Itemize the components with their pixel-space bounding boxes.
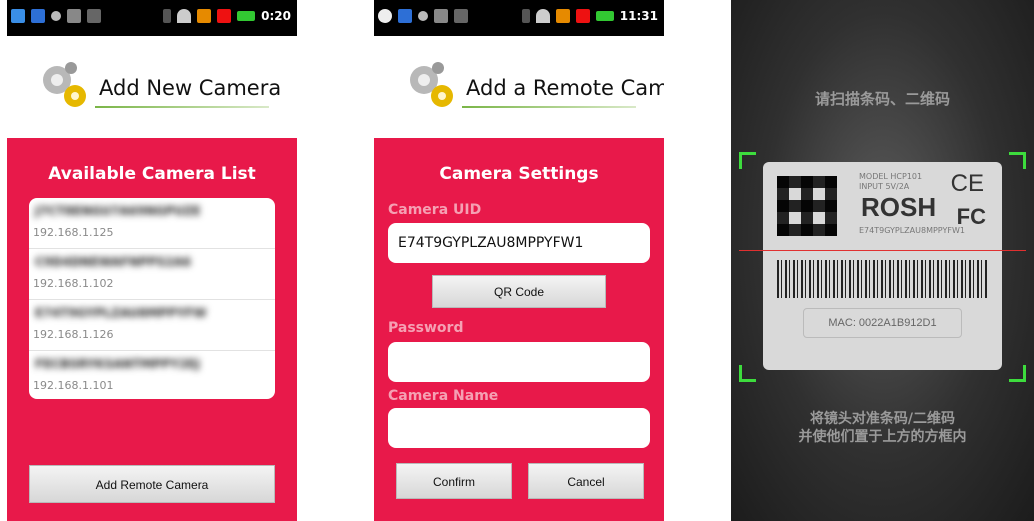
bluetooth-icon xyxy=(163,9,172,23)
title-underline xyxy=(462,106,636,108)
status-bar: 0:20 xyxy=(7,0,297,36)
bluetooth-icon xyxy=(521,9,530,23)
cancel-button[interactable]: Cancel xyxy=(528,463,644,499)
scan-hint-bottom: 将镜头对准条码/二维码 并使他们置于上方的方框内 xyxy=(731,410,1034,446)
status-time: 0:20 xyxy=(261,9,291,23)
plus-icon xyxy=(575,9,590,23)
label-input: INPUT 5V/2A xyxy=(859,182,910,191)
add-circle-icon xyxy=(378,9,392,23)
scan-corner xyxy=(739,152,756,169)
password-label: Password xyxy=(388,320,464,336)
warning-icon xyxy=(555,9,570,23)
camera-ip: 192.168.1.126 xyxy=(33,328,114,341)
camera-list: J7CT8ENGU7A69NGPUZE 192.168.1.125 C9D4DN… xyxy=(29,198,275,399)
scan-corner xyxy=(739,365,756,382)
scan-line xyxy=(739,250,1026,251)
usb-icon xyxy=(434,9,448,23)
scan-hint-line2: 并使他们置于上方的方框内 xyxy=(798,429,967,445)
shield-icon xyxy=(11,9,25,23)
screen-add-new-camera: 0:20 Add New Camera Available Camera Lis… xyxy=(7,0,297,521)
scan-hint-line1: 将镜头对准条码/二维码 xyxy=(809,411,956,427)
scan-corner xyxy=(1009,365,1026,382)
label-brand: ROSH xyxy=(861,192,937,222)
uid-field[interactable]: E74T9GYPLZAU8MPPYFW1 xyxy=(388,223,650,263)
camera-ip: 192.168.1.101 xyxy=(33,379,114,392)
panel-title: Available Camera List xyxy=(48,164,256,184)
sync-icon xyxy=(31,9,45,23)
list-item[interactable]: E74T9GYPLZAU8MPPYFW 192.168.1.126 xyxy=(29,300,275,351)
app-header: Add New Camera xyxy=(7,36,297,136)
app-header: Add a Remote Camera xyxy=(374,36,664,136)
page-title: Add New Camera xyxy=(99,76,282,100)
gear-icon xyxy=(410,62,453,107)
eye-icon xyxy=(51,11,61,21)
battery-icon xyxy=(595,11,614,21)
camera-list-panel: Available Camera List J7CT8ENGU7A69NGPUZ… xyxy=(7,138,297,521)
debug-icon xyxy=(87,9,101,23)
scan-frame: MODEL HCP101 INPUT 5V/2A ROSH CE FC E74T… xyxy=(739,152,1026,382)
gear-icon xyxy=(43,62,86,107)
wifi-icon xyxy=(535,9,550,23)
status-time: 11:31 xyxy=(619,9,658,23)
title-underline xyxy=(95,106,269,108)
label-mac: MAC: 0022A1B912D1 xyxy=(803,308,962,338)
scan-corner xyxy=(1009,152,1026,169)
list-item[interactable]: C9D4DNEWAFNPPS2A6 192.168.1.102 xyxy=(29,249,275,300)
camera-name-field[interactable] xyxy=(388,408,650,448)
label-model: MODEL HCP101 xyxy=(859,172,923,181)
camera-uid: FECBSRYKSANTMPPY2EJ xyxy=(35,357,200,371)
camera-uid: E74T9GYPLZAU8MPPYFW xyxy=(35,306,207,320)
status-bar: 11:31 xyxy=(374,0,664,36)
uid-label: Camera UID xyxy=(388,202,482,218)
list-item[interactable]: FECBSRYKSANTMPPY2EJ 192.168.1.101 xyxy=(29,351,275,399)
password-field[interactable] xyxy=(388,342,650,382)
list-item[interactable]: J7CT8ENGU7A69NGPUZE 192.168.1.125 xyxy=(29,198,275,249)
qr-code-button[interactable]: QR Code xyxy=(432,275,606,308)
confirm-button[interactable]: Confirm xyxy=(396,463,512,499)
qr-code-image xyxy=(777,176,837,236)
camera-uid: C9D4DNEWAFNPPS2A6 xyxy=(35,255,192,269)
scan-hint-top: 请扫描条码、二维码 xyxy=(814,90,950,108)
device-label: MODEL HCP101 INPUT 5V/2A ROSH CE FC E74T… xyxy=(763,162,1002,370)
wifi-icon xyxy=(177,9,192,23)
camera-uid: J7CT8ENGU7A69NGPUZE xyxy=(35,204,201,218)
eye-icon xyxy=(418,11,428,21)
label-uid: E74T9GYPLZAU8MPPYFW1 xyxy=(859,226,965,235)
sync-icon xyxy=(398,9,412,23)
screen-qr-scanner: 请扫描条码、二维码 MODEL HCP101 INPUT 5V/2A ROSH … xyxy=(731,0,1034,521)
page-title: Add a Remote Camera xyxy=(466,76,664,100)
camera-settings-panel: Camera Settings Camera UID E74T9GYPLZAU8… xyxy=(374,138,664,521)
screen-add-remote-camera: 11:31 Add a Remote Camera Camera Setting… xyxy=(374,0,664,521)
barcode-image xyxy=(777,260,988,298)
panel-title: Camera Settings xyxy=(439,164,599,184)
add-remote-camera-button[interactable]: Add Remote Camera xyxy=(29,465,275,503)
camera-ip: 192.168.1.102 xyxy=(33,277,114,290)
battery-icon xyxy=(237,11,256,21)
camera-ip: 192.168.1.125 xyxy=(33,226,114,239)
usb-icon xyxy=(67,9,81,23)
debug-icon xyxy=(454,9,468,23)
ce-mark: CE xyxy=(950,170,984,197)
plus-icon xyxy=(217,9,232,23)
warning-icon xyxy=(197,9,212,23)
camera-name-label: Camera Name xyxy=(388,388,499,404)
